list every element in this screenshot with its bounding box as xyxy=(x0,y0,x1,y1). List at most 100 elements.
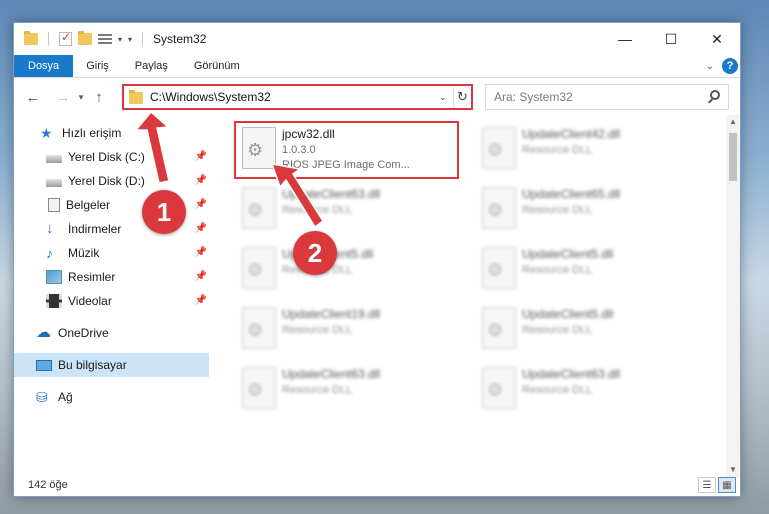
download-icon: ↓ xyxy=(46,220,54,237)
view-switcher: ☰ ▦ xyxy=(698,477,736,493)
close-button[interactable]: ✕ xyxy=(694,23,740,55)
ribbon-tabs: Dosya Giriş Paylaş Görünüm ⌄ ? xyxy=(14,55,740,78)
refresh-icon[interactable]: ↻ xyxy=(453,87,471,107)
tiles-view-icon[interactable]: ▦ xyxy=(718,477,736,493)
tab-view[interactable]: Görünüm xyxy=(181,55,253,77)
sidebar-item-music[interactable]: ♪ Müzik 📌 xyxy=(14,241,209,265)
tab-share[interactable]: Paylaş xyxy=(122,55,181,77)
pin-icon[interactable]: 📌 xyxy=(195,151,207,162)
star-icon: ★ xyxy=(40,125,53,141)
sidebar-item-onedrive[interactable]: ☁ OneDrive xyxy=(14,321,209,345)
sidebar-item-quick-access[interactable]: ★ Hızlı erişim xyxy=(14,121,209,145)
tab-home[interactable]: Giriş xyxy=(73,55,122,77)
forward-arrow-icon[interactable]: → xyxy=(52,89,74,106)
explorer-window: ▾ ▾ System32 — ☐ ✕ Dosya Giriş Paylaş Gö… xyxy=(13,22,741,497)
sidebar-item-label: Hızlı erişim xyxy=(62,126,122,140)
file-description: Resource DLL xyxy=(522,264,593,276)
sidebar-item-local-disk-d[interactable]: Yerel Disk (D:) 📌 xyxy=(14,169,209,193)
sidebar-item-pictures[interactable]: Resimler 📌 xyxy=(14,265,209,289)
view-properties-icon[interactable] xyxy=(98,33,112,45)
dll-file-icon xyxy=(482,187,516,229)
file-tile[interactable]: UpdateClient65.dll Resource DLL xyxy=(476,183,706,235)
navigation-bar: ← → ▾ ↑ C:\Windows\System32 ⌄ ↻ Ara: Sys… xyxy=(14,79,740,115)
toolbar-divider xyxy=(48,32,49,46)
file-description: Resource DLL xyxy=(282,204,353,216)
address-bar[interactable]: C:\Windows\System32 ⌄ ↻ xyxy=(122,84,473,110)
sidebar-item-local-disk-c[interactable]: Yerel Disk (C:) 📌 xyxy=(14,145,209,169)
status-bar: 142 öğe ☰ ▦ xyxy=(14,474,740,496)
onedrive-icon: ☁ xyxy=(36,324,51,341)
file-name: UpdateClient63.dll xyxy=(282,187,381,201)
recent-locations-chevron-icon[interactable]: ▾ xyxy=(74,92,88,103)
file-name: UpdateClient5.dll xyxy=(522,307,614,321)
pin-icon[interactable]: 📌 xyxy=(195,199,207,210)
document-icon xyxy=(48,198,60,212)
navigation-pane: ★ Hızlı erişim Yerel Disk (C:) 📌 Yerel D… xyxy=(14,119,209,473)
new-folder-icon[interactable] xyxy=(78,31,92,45)
scroll-up-icon[interactable]: ▲ xyxy=(726,115,740,129)
window-controls: — ☐ ✕ xyxy=(602,23,740,55)
quick-access-toolbar: ▾ ▾ System32 xyxy=(14,23,206,55)
pin-icon[interactable]: 📌 xyxy=(195,223,207,234)
search-input[interactable]: Ara: System32 xyxy=(485,84,729,110)
properties-check-icon[interactable] xyxy=(59,30,72,46)
sidebar-item-label: Müzik xyxy=(68,246,100,260)
search-icon[interactable] xyxy=(710,90,720,100)
file-tile[interactable]: UpdateClient42.dll Resource DLL xyxy=(476,123,706,175)
file-name: UpdateClient19.dll xyxy=(282,307,381,321)
file-highlight-box xyxy=(234,121,459,179)
file-tile[interactable]: UpdateClient5.dllResource DLL xyxy=(236,243,466,295)
tab-file[interactable]: Dosya xyxy=(14,55,74,77)
file-description: Resource DLL xyxy=(522,324,593,336)
expand-ribbon-chevron-icon[interactable]: ⌄ xyxy=(706,61,714,72)
disk-icon xyxy=(46,179,62,187)
dll-file-icon xyxy=(242,187,276,229)
vertical-scrollbar[interactable]: ▲ ▼ xyxy=(726,115,740,477)
sidebar-item-label: İndirmeler xyxy=(68,222,122,236)
file-tile[interactable]: UpdateClient19.dll Resource DLL xyxy=(236,303,466,355)
sidebar-item-label: OneDrive xyxy=(58,326,109,340)
title-bar: ▾ ▾ System32 — ☐ ✕ xyxy=(14,23,740,55)
sidebar-item-label: Resimler xyxy=(68,270,116,284)
pin-icon[interactable]: 📌 xyxy=(195,247,207,258)
dll-file-icon xyxy=(482,127,516,169)
address-path[interactable]: C:\Windows\System32 xyxy=(150,90,439,104)
computer-icon xyxy=(36,359,52,371)
file-name: UpdateClient42.dll xyxy=(522,127,621,141)
file-description: Resource DLL xyxy=(522,384,593,396)
dll-file-icon xyxy=(242,367,276,409)
file-name: UpdateClient65.dll xyxy=(522,187,621,201)
pin-icon[interactable]: 📌 xyxy=(195,175,207,186)
file-tile[interactable]: UpdateClient63.dll Resource DLL xyxy=(236,183,466,235)
address-dropdown-icon[interactable]: ⌄ xyxy=(439,92,453,103)
up-arrow-icon[interactable]: ↑ xyxy=(88,89,110,106)
help-icon[interactable]: ? xyxy=(722,58,738,74)
sidebar-item-videos[interactable]: Videolar 📌 xyxy=(14,289,209,313)
sidebar-item-this-pc[interactable]: Bu bilgisayar xyxy=(14,353,209,377)
sidebar-item-label: Ağ xyxy=(58,390,73,404)
file-description: Resource DLL xyxy=(522,144,593,156)
item-count: 142 öğe xyxy=(28,479,68,491)
file-tile[interactable]: UpdateClient63.dll Resource DLL xyxy=(476,363,706,415)
file-description: Resource DLL xyxy=(522,204,593,216)
maximize-button[interactable]: ☐ xyxy=(648,23,694,55)
sidebar-item-label: Videolar xyxy=(68,294,112,308)
file-tile[interactable]: UpdateClient5.dllResource DLL xyxy=(476,243,706,295)
ribbon-right-controls: ⌄ ? xyxy=(706,58,738,74)
sidebar-item-network[interactable]: ⛁ Ağ xyxy=(14,385,209,409)
pin-icon[interactable]: 📌 xyxy=(195,295,207,306)
pin-icon[interactable]: 📌 xyxy=(195,271,207,282)
chevron-down-icon[interactable]: ▾ xyxy=(118,35,122,44)
details-view-icon[interactable]: ☰ xyxy=(698,477,716,493)
customize-toolbar-icon[interactable]: ▾ xyxy=(128,35,132,44)
back-arrow-icon[interactable]: ← xyxy=(22,89,44,106)
minimize-button[interactable]: — xyxy=(602,23,648,55)
file-tile[interactable]: UpdateClient5.dll Resource DLL xyxy=(476,303,706,355)
dll-file-icon xyxy=(482,247,516,289)
folder-icon xyxy=(24,31,38,45)
dll-file-icon xyxy=(242,307,276,349)
scroll-thumb[interactable] xyxy=(729,133,737,181)
disk-icon xyxy=(46,155,62,163)
file-tile[interactable]: UpdateClient63.dll Resource DLL xyxy=(236,363,466,415)
sidebar-item-label: Belgeler xyxy=(66,198,111,212)
